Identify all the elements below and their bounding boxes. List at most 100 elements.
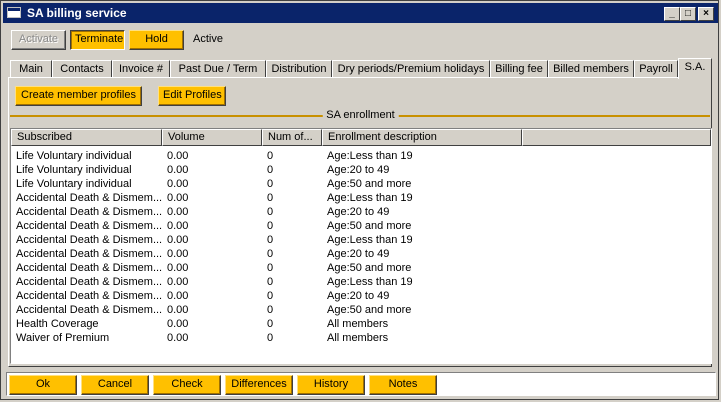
cell-volume: 0.00 xyxy=(167,234,189,246)
cell-num-of: 0 xyxy=(267,234,274,246)
table-row[interactable]: Accidental Death & Dismem... 0.00 0 Age:Les… xyxy=(11,233,711,247)
cell-enrollment-description: Age:20 to 49 xyxy=(327,206,390,218)
cell-enrollment-description: All members xyxy=(327,318,389,330)
cell-subscribed: Accidental Death & Dismem... xyxy=(16,262,162,274)
table-row[interactable]: Accidental Death & Dismem... 0.00 0 Age:Les… xyxy=(11,275,711,289)
cell-volume: 0.00 xyxy=(167,290,189,302)
tab-billed-members[interactable]: Billed members xyxy=(548,60,634,78)
cell-volume: 0.00 xyxy=(167,206,189,218)
cell-volume: 0.00 xyxy=(167,262,189,274)
tab-contacts[interactable]: Contacts xyxy=(52,60,112,78)
minimize-icon[interactable]: _ xyxy=(664,7,680,21)
cell-enrollment-description: Age:50 and more xyxy=(327,220,412,232)
tab-payroll[interactable]: Payroll xyxy=(634,60,678,78)
column-header-num-of[interactable]: Num of... xyxy=(262,129,322,146)
cell-volume: 0.00 xyxy=(167,164,189,176)
cell-subscribed: Life Voluntary individual xyxy=(16,150,132,162)
terminate-button[interactable]: Terminate xyxy=(70,30,125,50)
cell-enrollment-description: Age:20 to 49 xyxy=(327,164,390,176)
table-row[interactable]: Accidental Death & Dismem... 0.00 0 Age:20 … xyxy=(11,247,711,261)
cell-num-of: 0 xyxy=(267,276,274,288)
cell-subscribed: Life Voluntary individual xyxy=(16,178,132,190)
table-row[interactable]: Accidental Death & Dismem... 0.00 0 Age:50 … xyxy=(11,261,711,275)
table-header: Subscribed Volume Num of... Enrollment d… xyxy=(11,129,711,146)
table-row[interactable]: Life Voluntary individual 0.00 0 Age:20 to … xyxy=(11,163,711,177)
cell-num-of: 0 xyxy=(267,290,274,302)
tab-main[interactable]: Main xyxy=(10,60,52,78)
cell-num-of: 0 xyxy=(267,150,274,162)
cell-enrollment-description: Age:50 and more xyxy=(327,304,412,316)
status-text: Active xyxy=(193,33,223,45)
column-header-volume[interactable]: Volume xyxy=(162,129,262,146)
tab-sa[interactable]: S.A. xyxy=(678,58,712,79)
cell-enrollment-description: Age:20 to 49 xyxy=(327,248,390,260)
cell-subscribed: Life Voluntary individual xyxy=(16,164,132,176)
table-row[interactable]: Health Coverage 0.00 0 All members xyxy=(11,317,711,331)
cell-enrollment-description: Age:Less than 19 xyxy=(327,150,413,162)
tab-dry-periods[interactable]: Dry periods/Premium holidays xyxy=(332,60,490,78)
cell-enrollment-description: Age:50 and more xyxy=(327,262,412,274)
cell-num-of: 0 xyxy=(267,178,274,190)
table-row[interactable]: Accidental Death & Dismem... 0.00 0 Age:20 … xyxy=(11,289,711,303)
cell-subscribed: Accidental Death & Dismem... xyxy=(16,290,162,302)
tab-past-due-term[interactable]: Past Due / Term xyxy=(170,60,266,78)
cell-subscribed: Health Coverage xyxy=(16,318,99,330)
cell-volume: 0.00 xyxy=(167,192,189,204)
tab-invoice[interactable]: Invoice # xyxy=(112,60,170,78)
window-title: SA billing service xyxy=(27,6,127,20)
notes-button[interactable]: Notes xyxy=(369,375,437,395)
cell-num-of: 0 xyxy=(267,332,274,344)
cancel-button[interactable]: Cancel xyxy=(81,375,149,395)
table-row[interactable]: Accidental Death & Dismem... 0.00 0 Age:Les… xyxy=(11,191,711,205)
title-bar[interactable]: SA billing service _ □ × xyxy=(3,3,718,23)
cell-subscribed: Accidental Death & Dismem... xyxy=(16,276,162,288)
cell-volume: 0.00 xyxy=(167,220,189,232)
cell-num-of: 0 xyxy=(267,304,274,316)
cell-enrollment-description: Age:Less than 19 xyxy=(327,192,413,204)
close-icon[interactable]: × xyxy=(698,7,714,21)
tab-strip: Main Contacts Invoice # Past Due / Term … xyxy=(8,58,716,79)
cell-num-of: 0 xyxy=(267,164,274,176)
differences-button[interactable]: Differences xyxy=(225,375,293,395)
edit-profiles-button[interactable]: Edit Profiles xyxy=(158,86,226,106)
cell-enrollment-description: Age:50 and more xyxy=(327,178,412,190)
table-row[interactable]: Life Voluntary individual 0.00 0 Age:50 and… xyxy=(11,177,711,191)
cell-volume: 0.00 xyxy=(167,150,189,162)
table-row[interactable]: Waiver of Premium 0.00 0 All members xyxy=(11,331,711,345)
cell-num-of: 0 xyxy=(267,192,274,204)
hold-button[interactable]: Hold xyxy=(129,30,184,50)
activate-button[interactable]: Activate xyxy=(11,30,66,50)
table-row[interactable]: Accidental Death & Dismem... 0.00 0 Age:20 … xyxy=(11,205,711,219)
create-member-profiles-button[interactable]: Create member profiles xyxy=(15,86,142,106)
cell-volume: 0.00 xyxy=(167,332,189,344)
maximize-icon[interactable]: □ xyxy=(680,7,696,21)
section-label: SA enrollment xyxy=(322,109,399,121)
cell-num-of: 0 xyxy=(267,220,274,232)
cell-subscribed: Accidental Death & Dismem... xyxy=(16,304,162,316)
cell-volume: 0.00 xyxy=(167,304,189,316)
check-button[interactable]: Check xyxy=(153,375,221,395)
cell-volume: 0.00 xyxy=(167,248,189,260)
history-button[interactable]: History xyxy=(297,375,365,395)
cell-enrollment-description: Age:20 to 49 xyxy=(327,290,390,302)
cell-volume: 0.00 xyxy=(167,276,189,288)
cell-volume: 0.00 xyxy=(167,178,189,190)
cell-num-of: 0 xyxy=(267,262,274,274)
table-row[interactable]: Life Voluntary individual 0.00 0 Age:Less t… xyxy=(11,149,711,163)
cell-subscribed: Accidental Death & Dismem... xyxy=(16,220,162,232)
column-header-enrollment-description[interactable]: Enrollment description xyxy=(322,129,522,146)
table-row[interactable]: Accidental Death & Dismem... 0.00 0 Age:50 … xyxy=(11,219,711,233)
window-icon xyxy=(7,7,21,18)
column-header-filler xyxy=(522,129,711,146)
bottom-button-bar: Ok Cancel Check Differences History Note… xyxy=(6,372,716,396)
cell-subscribed: Waiver of Premium xyxy=(16,332,110,344)
column-header-subscribed[interactable]: Subscribed xyxy=(11,129,162,146)
enrollment-table[interactable]: Subscribed Volume Num of... Enrollment d… xyxy=(10,128,712,364)
cell-enrollment-description: Age:Less than 19 xyxy=(327,234,413,246)
tab-billing-fee[interactable]: Billing fee xyxy=(490,60,548,78)
table-row[interactable]: Accidental Death & Dismem... 0.00 0 Age:50 … xyxy=(11,303,711,317)
tab-distribution[interactable]: Distribution xyxy=(266,60,332,78)
cell-subscribed: Accidental Death & Dismem... xyxy=(16,206,162,218)
ok-button[interactable]: Ok xyxy=(9,375,77,395)
cell-num-of: 0 xyxy=(267,318,274,330)
